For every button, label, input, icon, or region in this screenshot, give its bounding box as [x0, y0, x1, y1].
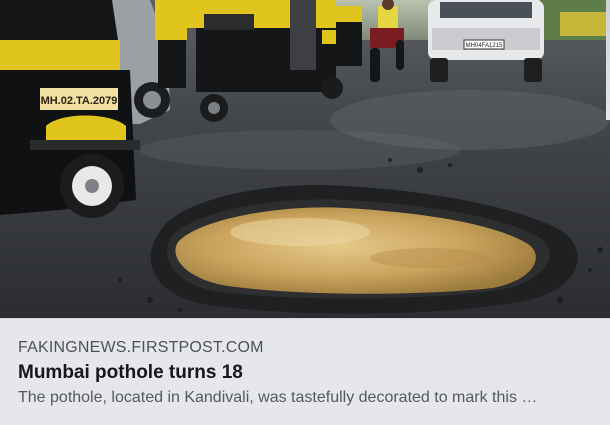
link-preview-card[interactable]: MH04FA1215 MH.02.TA.2079 FAKINGNEWS.FIRS…	[0, 0, 610, 425]
scroll-edge-shadow	[606, 0, 610, 120]
article-headline[interactable]: Mumbai pothole turns 18	[18, 362, 243, 384]
source-domain: FAKINGNEWS.FIRSTPOST.COM	[18, 339, 264, 356]
article-description: The pothole, located in Kandivali, was t…	[18, 389, 538, 406]
link-preview-caption[interactable]: FAKINGNEWS.FIRSTPOST.COM Mumbai pothole …	[0, 318, 610, 425]
suv-number-plate: MH04FA1215	[466, 43, 503, 49]
rickshaw-number-plate: MH.02.TA.2079	[41, 95, 118, 107]
article-thumbnail-image[interactable]: MH04FA1215 MH.02.TA.2079	[0, 0, 610, 318]
